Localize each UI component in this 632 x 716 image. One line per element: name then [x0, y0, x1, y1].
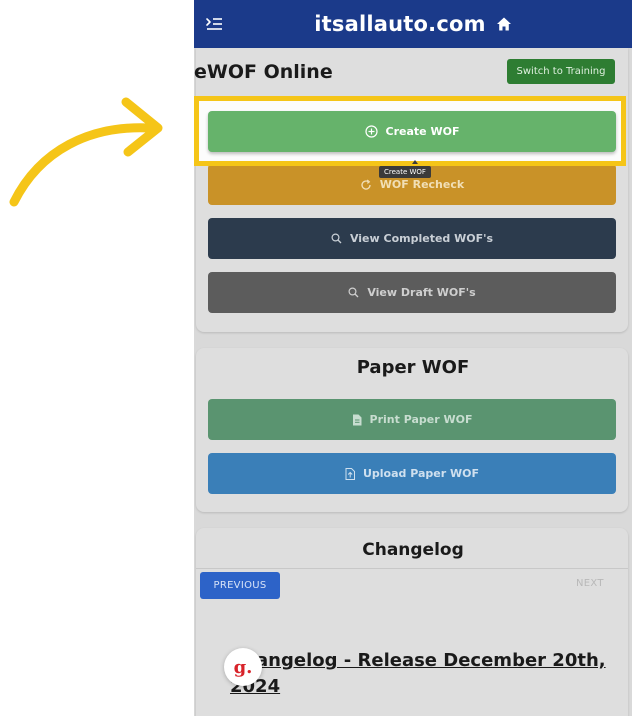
menu-toggle-icon[interactable] — [204, 14, 224, 34]
view-draft-wofs-button[interactable]: View Draft WOF's — [208, 272, 616, 313]
upload-paper-label: Upload Paper WOF — [362, 467, 480, 480]
tooltip-caret — [412, 160, 418, 164]
create-wof-label: Create WOF — [385, 125, 460, 138]
search-icon — [348, 287, 359, 298]
next-button[interactable]: NEXT — [576, 578, 604, 589]
refresh-icon — [360, 179, 372, 191]
view-completed-label: View Completed WOF's — [349, 232, 494, 245]
print-paper-wof-button[interactable]: Print Paper WOF — [208, 399, 616, 440]
brand-title: itsallauto.com — [314, 12, 486, 36]
file-upload-icon — [345, 467, 355, 480]
view-draft-label: View Draft WOF's — [367, 286, 476, 299]
upload-paper-wof-button[interactable]: Upload Paper WOF — [208, 453, 616, 494]
view-completed-wofs-button[interactable]: View Completed WOF's — [208, 218, 616, 259]
pointer-arrow-icon — [9, 97, 163, 207]
document-icon — [352, 414, 362, 426]
create-wof-button[interactable]: Create WOF — [208, 111, 616, 152]
ewof-online-heading: eWOF Online — [194, 61, 333, 83]
phone-screen: itsallauto.com eWOF Online Switch to Tra… — [194, 0, 632, 716]
paper-wof-heading: Paper WOF — [356, 357, 470, 378]
changelog-heading: Changelog — [362, 540, 464, 560]
changelog-entry-link[interactable]: Changelog - Release December 20th, 2024 — [230, 648, 610, 700]
previous-button[interactable]: PREVIOUS — [200, 572, 280, 599]
wof-recheck-label: WOF Recheck — [379, 178, 465, 191]
home-icon[interactable] — [496, 16, 512, 32]
top-navigation-bar: itsallauto.com — [194, 0, 632, 48]
print-paper-label: Print Paper WOF — [369, 413, 473, 426]
switch-to-training-button[interactable]: Switch to Training — [507, 59, 615, 84]
plus-circle-icon — [364, 125, 378, 138]
create-wof-tooltip: Create WOF — [379, 166, 431, 178]
guide-badge[interactable]: g. — [224, 648, 262, 686]
changelog-divider — [196, 568, 628, 569]
search-icon — [331, 233, 342, 244]
